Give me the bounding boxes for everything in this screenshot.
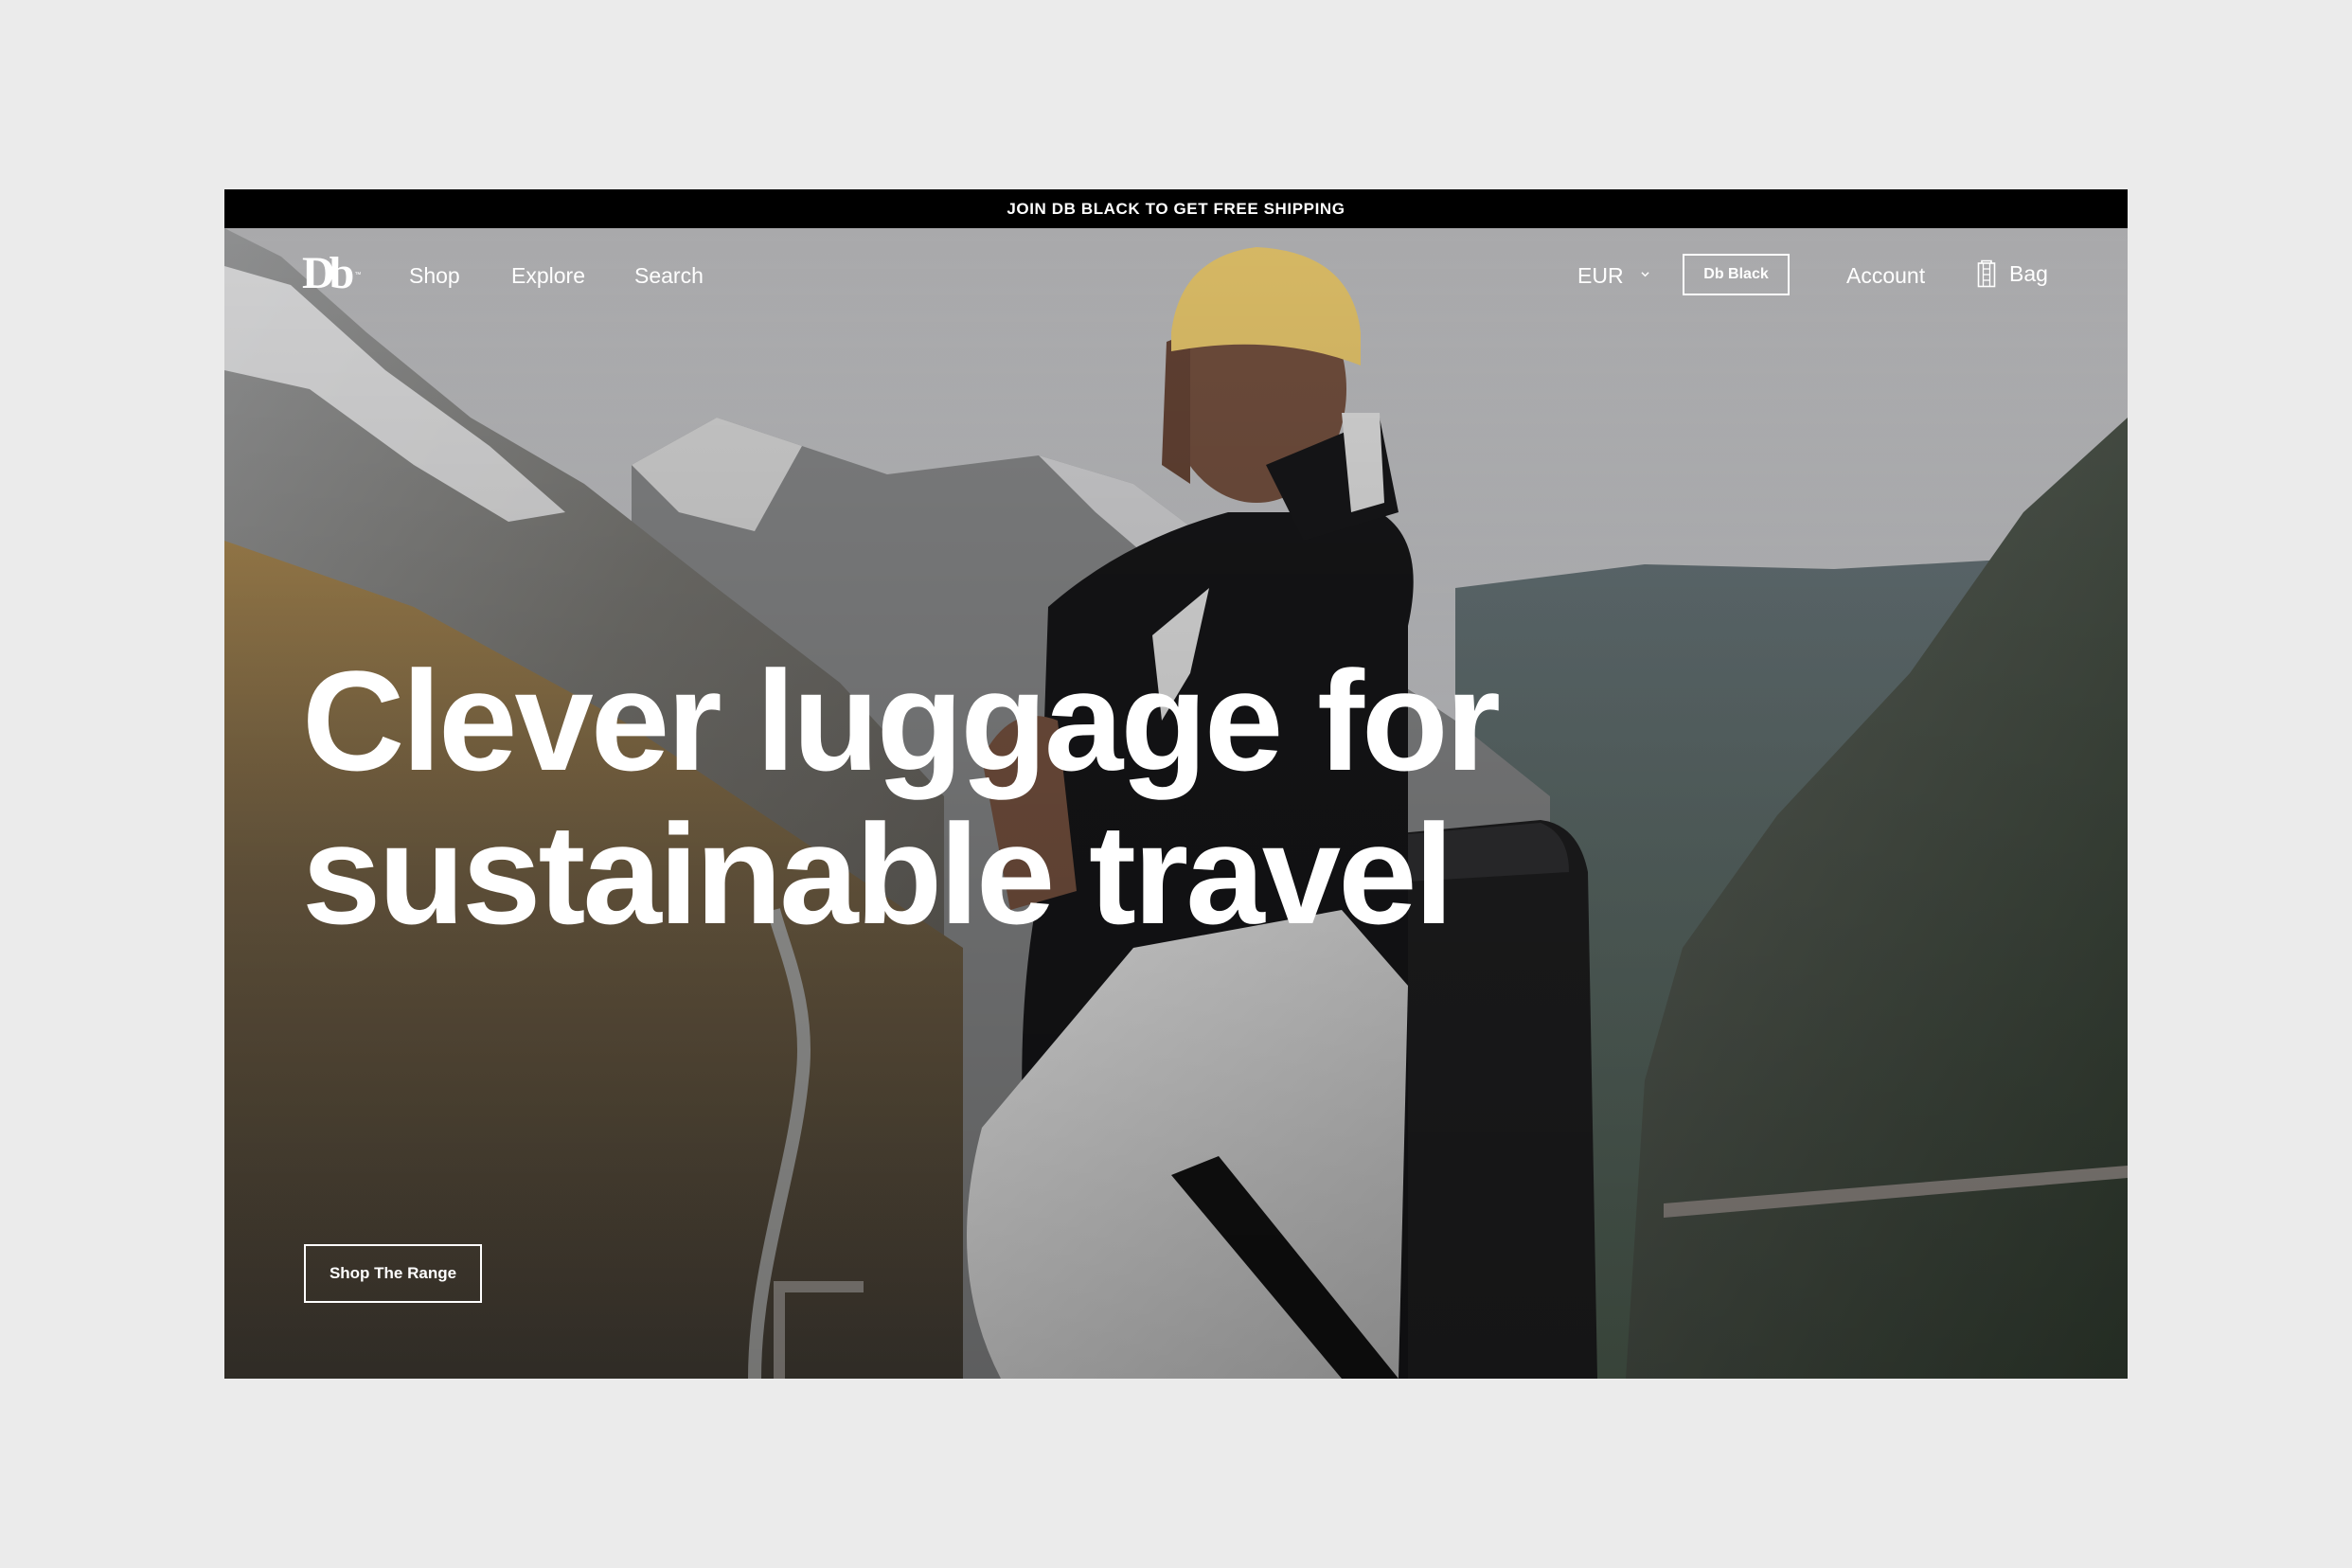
nav-link-explore[interactable]: Explore [511,263,585,288]
main-nav: Db ™ Shop Explore Search EUR Db Black Acc… [224,228,2128,323]
db-logo[interactable]: Db ™ [302,248,361,298]
headline-line-2: sustainable travel [302,794,1453,953]
bag-button[interactable]: Bag [1977,259,2048,288]
account-link[interactable]: Account [1846,263,1925,288]
browser-viewport: JOIN DB BLACK TO GET FREE SHIPPING Db ™ … [224,189,2128,1379]
db-black-button[interactable]: Db Black [1683,254,1790,295]
nav-link-shop[interactable]: Shop [409,263,460,288]
hero-headline: Clever luggage for sustainable travel [302,641,1501,953]
logo-text[interactable]: Db [302,248,354,298]
trademark-mark: ™ [354,272,362,278]
announcement-text[interactable]: JOIN DB BLACK TO GET FREE SHIPPING [1007,200,1345,219]
announcement-bar[interactable]: JOIN DB BLACK TO GET FREE SHIPPING [224,189,2128,228]
currency-value[interactable]: EUR [1577,263,1624,288]
shop-the-range-button[interactable]: Shop The Range [304,1244,482,1303]
bag-label[interactable]: Bag [2009,261,2048,287]
cta-label[interactable]: Shop The Range [330,1264,456,1283]
db-black-label[interactable]: Db Black [1703,266,1768,283]
headline-line-1: Clever luggage for [302,641,1501,800]
nav-link-search[interactable]: Search [634,263,704,288]
currency-selector[interactable]: EUR [1577,263,1649,288]
bag-icon[interactable] [1977,259,1996,288]
chevron-down-icon[interactable] [1640,270,1649,278]
